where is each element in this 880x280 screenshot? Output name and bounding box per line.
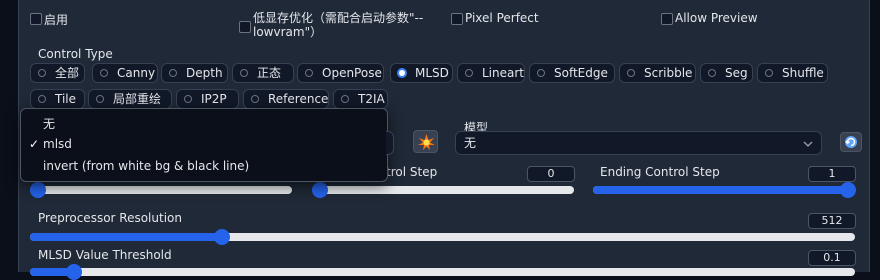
radio-dot-icon <box>251 95 259 103</box>
radio-dot-icon <box>537 69 545 77</box>
radio-dot-icon <box>341 95 349 103</box>
threshold-label: MLSD Value Threshold <box>38 248 172 262</box>
control-type-option-label: OpenPose <box>322 66 382 80</box>
control-type-option-label: 局部重绘 <box>113 92 162 106</box>
refresh-icon <box>845 136 857 148</box>
control-type-option-label: Tile <box>55 92 77 106</box>
control-type-option[interactable]: Tile <box>30 89 85 109</box>
model-value: 无 <box>464 136 477 150</box>
radio-dot-icon <box>169 69 177 77</box>
control-type-option[interactable]: MLSD <box>390 63 453 83</box>
pixel-perfect-checkbox[interactable] <box>451 13 463 25</box>
low-vram-label: 低显存优化（需配合启动参数"--lowvram"） <box>253 11 424 39</box>
preprocessor-option-none[interactable]: 无 <box>43 115 55 132</box>
resolution-input[interactable]: 512 <box>808 213 856 229</box>
control-type-option[interactable]: Reference <box>243 89 329 109</box>
control-type-option-label: Depth <box>186 66 223 80</box>
checkmark-icon: ✓ <box>29 137 40 151</box>
radio-dot-icon <box>100 69 108 77</box>
chevron-down-icon <box>803 141 813 147</box>
ending-step-knob[interactable] <box>840 182 856 198</box>
control-type-option-label: Seg <box>725 66 748 80</box>
control-type-option-label: SoftEdge <box>554 66 608 80</box>
threshold-knob[interactable] <box>66 264 82 280</box>
control-type-option[interactable]: OpenPose <box>297 63 384 83</box>
control-type-option-label: T2IA <box>358 92 385 106</box>
preprocessor-option-invert[interactable]: invert (from white bg & black line) <box>43 159 249 173</box>
control-type-option-label: MLSD <box>415 66 449 80</box>
radio-dot-icon <box>184 95 192 103</box>
control-type-option-label: Reference <box>268 92 329 106</box>
radio-dot-icon <box>465 69 473 77</box>
threshold-slider[interactable] <box>30 264 855 280</box>
model-select[interactable]: 无 <box>455 131 822 155</box>
threshold-input[interactable]: 0.1 <box>808 250 856 266</box>
radio-dot-icon <box>38 95 46 103</box>
control-type-option[interactable]: Lineart <box>457 63 525 83</box>
starting-step-slider[interactable] <box>312 182 574 198</box>
control-type-option[interactable]: Canny <box>92 63 158 83</box>
control-type-option[interactable]: 全部 <box>30 63 85 83</box>
starting-step-label: trol Step <box>386 165 438 179</box>
control-type-option-label: IP2P <box>201 92 227 106</box>
control-type-option[interactable]: 局部重绘 <box>88 89 172 109</box>
control-type-option-label: Shuffle <box>782 66 824 80</box>
enable-checkbox[interactable] <box>30 13 42 25</box>
enable-label: 启用 <box>44 13 69 27</box>
radio-dot-icon <box>708 69 716 77</box>
radio-dot-icon <box>627 69 635 77</box>
preprocessor-dropdown-menu: 无 ✓ mlsd invert (from white bg & black l… <box>20 108 388 182</box>
low-vram-checkbox[interactable] <box>239 21 251 33</box>
control-type-option-label: Lineart <box>482 66 524 80</box>
control-type-option-label: 全部 <box>55 66 80 80</box>
control-type-option-label: Scribble <box>644 66 693 80</box>
ending-step-label: Ending Control Step <box>600 165 720 179</box>
resolution-knob[interactable] <box>214 229 230 245</box>
control-type-option[interactable]: Depth <box>161 63 228 83</box>
control-type-option[interactable]: 正态 <box>232 63 294 83</box>
refresh-button[interactable] <box>840 132 862 152</box>
radio-dot-icon <box>240 69 248 77</box>
control-weight-knob[interactable] <box>30 182 46 198</box>
control-type-option-label: Canny <box>117 66 156 80</box>
resolution-slider[interactable] <box>30 229 855 245</box>
control-type-option[interactable]: Shuffle <box>757 63 828 83</box>
control-weight-slider[interactable] <box>30 182 292 198</box>
preprocessor-option-mlsd[interactable]: mlsd <box>43 137 72 151</box>
control-type-option[interactable]: Seg <box>700 63 753 83</box>
explosion-icon <box>418 134 435 150</box>
ending-step-slider[interactable] <box>593 182 856 198</box>
radio-dot-icon <box>38 69 46 77</box>
allow-preview-checkbox[interactable] <box>661 13 673 25</box>
radio-dot-icon <box>96 95 104 103</box>
control-type-label: Control Type <box>38 47 113 61</box>
control-type-option[interactable]: Scribble <box>619 63 696 83</box>
starting-step-input[interactable]: 0 <box>527 166 575 182</box>
radio-dot-icon <box>399 70 405 76</box>
control-type-option[interactable]: IP2P <box>176 89 239 109</box>
control-type-option[interactable]: T2IA <box>333 89 388 109</box>
control-type-option[interactable]: SoftEdge <box>529 63 615 83</box>
allow-preview-label: Allow Preview <box>675 11 758 25</box>
radio-dot-icon <box>305 69 313 77</box>
preprocessor-select-edge[interactable] <box>386 131 394 155</box>
starting-step-knob[interactable] <box>312 182 328 198</box>
run-preprocessor-button[interactable] <box>413 130 438 153</box>
resolution-label: Preprocessor Resolution <box>38 211 182 225</box>
radio-dot-icon <box>765 69 773 77</box>
ending-step-input[interactable]: 1 <box>808 166 856 182</box>
pixel-perfect-label: Pixel Perfect <box>465 11 539 25</box>
control-type-option-label: 正态 <box>257 66 282 80</box>
